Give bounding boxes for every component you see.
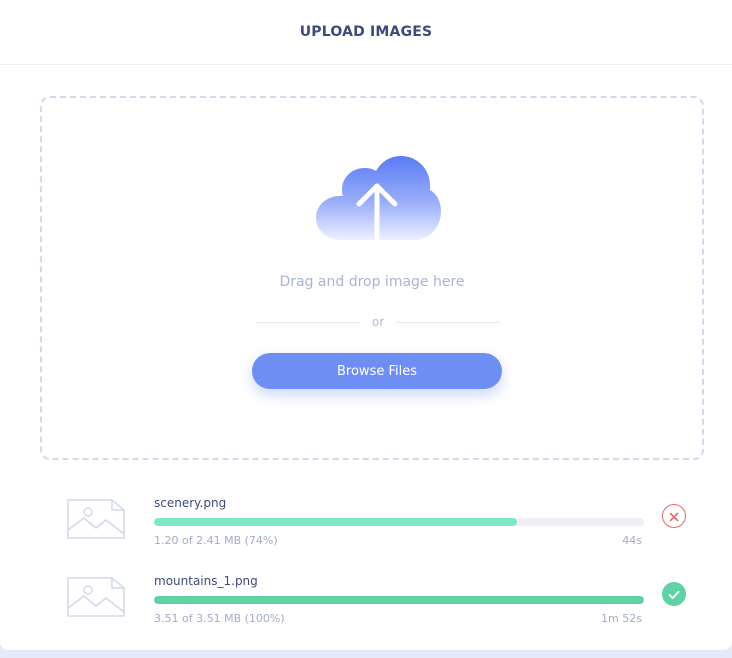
file-row-mountains: mountains_1.png 3.51 of 3.51 MB (100%) 1… — [0, 574, 732, 634]
divider-line-left — [256, 321, 360, 323]
cloud-upload-icon — [312, 156, 442, 246]
file-size: 3.51 of 3.51 MB (100%) — [154, 612, 285, 625]
divider-line-right — [396, 321, 500, 323]
progress-bar — [154, 596, 644, 604]
file-time-remaining: 44s — [622, 534, 642, 547]
cancel-upload-button[interactable] — [662, 504, 686, 528]
drag-drop-hint: Drag and drop image here — [279, 274, 465, 290]
check-circle-icon — [668, 585, 680, 604]
file-name: mountains_1.png — [154, 574, 258, 588]
progress-fill — [154, 518, 517, 526]
page-title: UPLOAD IMAGES — [299, 24, 433, 40]
drop-zone[interactable]: Drag and drop image here or Browse Files — [40, 96, 704, 460]
file-row-scenery: scenery.png 1.20 of 2.41 MB (74%) 44s — [0, 496, 732, 556]
upload-card: UPLOAD IMAGES Drag and drop image here o… — [0, 0, 732, 650]
browse-files-button[interactable]: Browse Files — [252, 353, 502, 389]
file-time-remaining: 1m 52s — [601, 612, 642, 625]
close-circle-icon — [669, 507, 679, 526]
progress-bar — [154, 518, 644, 526]
or-label: or — [371, 315, 385, 329]
header: UPLOAD IMAGES — [0, 0, 732, 65]
image-placeholder-icon — [66, 574, 126, 620]
upload-complete-button[interactable] — [662, 582, 686, 606]
progress-fill — [154, 596, 644, 604]
image-placeholder-icon — [66, 496, 126, 542]
file-size: 1.20 of 2.41 MB (74%) — [154, 534, 278, 547]
or-divider: or — [256, 312, 500, 332]
file-name: scenery.png — [154, 496, 227, 510]
